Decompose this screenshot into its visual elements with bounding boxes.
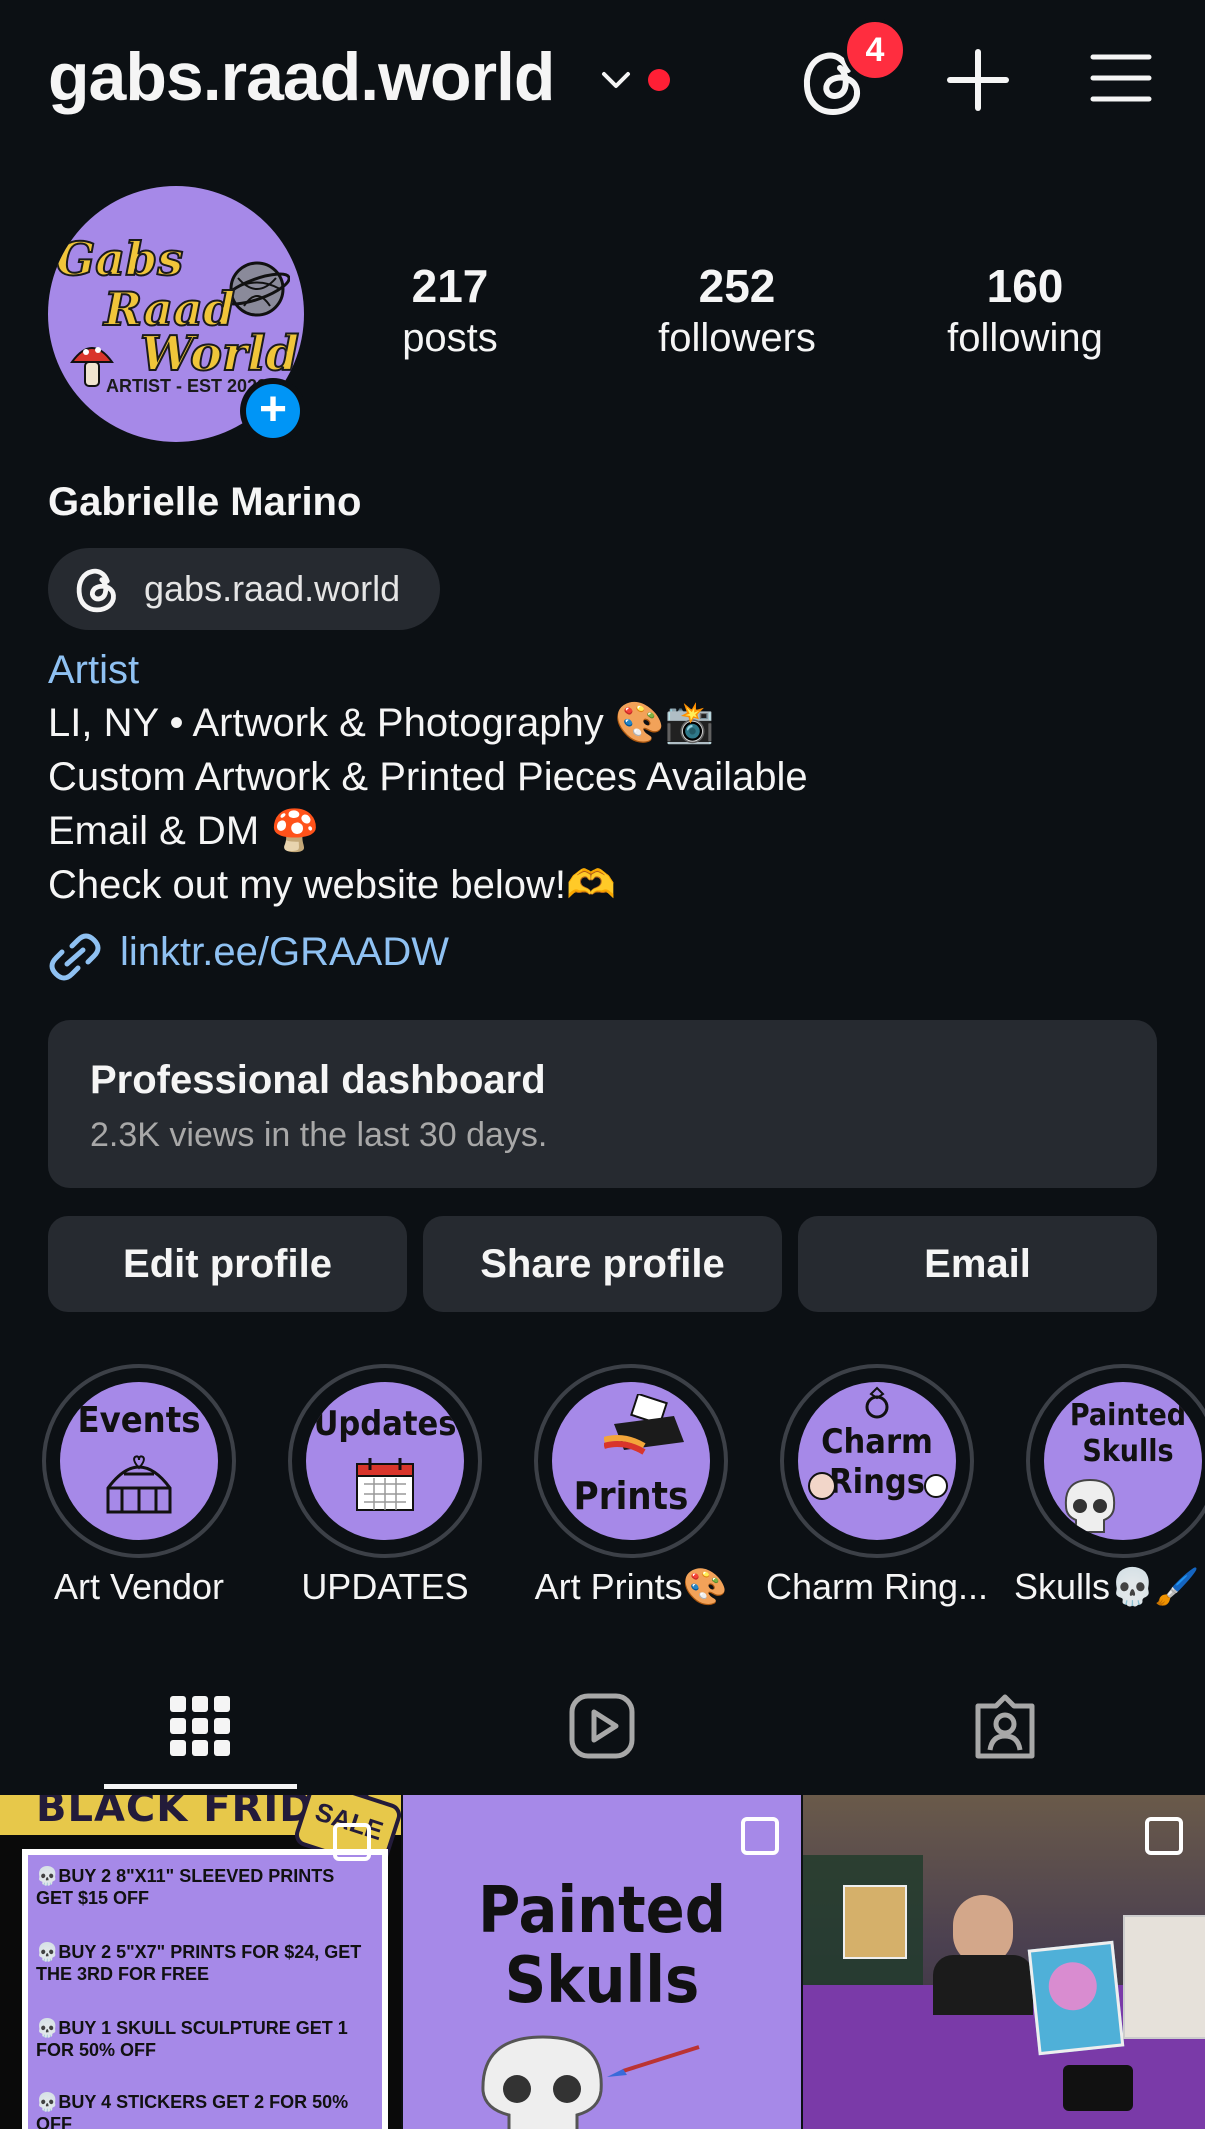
charm-bead-icon [808,1472,836,1500]
menu-hamburger-icon[interactable] [1090,52,1152,104]
email-button[interactable]: Email [798,1216,1157,1312]
highlight-label: Charm Ring... [765,1566,989,1607]
profile-category: Artist [48,648,140,692]
highlight-cover-text: Charm Rings [821,1422,933,1502]
highlight-cover-text: Events [77,1400,201,1441]
flyer-line: 💀BUY 2 5"X7" PRINTS FOR $24, GET THE 3RD… [36,1942,362,1984]
dashboard-subtitle: 2.3K views in the last 30 days. [90,1116,548,1154]
highlight-cover-text: Updates [313,1404,457,1444]
active-tab-indicator [104,1784,297,1789]
threads-logo-icon [76,568,116,613]
flyer-line: 💀BUY 1 SKULL SCULPTURE GET 1 FOR 50% OFF [36,2018,348,2060]
avatar-text-4: ARTIST - EST 2023 [106,376,268,396]
post-title-2: Skulls [504,1944,700,2018]
calendar-icon [356,1458,414,1511]
link-icon [49,933,101,981]
bio-line: Check out my website below!🫶 [48,863,616,907]
followers-number: 252 [698,260,776,312]
bio-line: Email & DM 🍄 [48,809,321,853]
account-username[interactable]: gabs.raad.world [48,38,555,116]
add-story-button[interactable]: + [240,378,306,444]
carousel-icon [741,1817,779,1855]
threads-profile-badge[interactable]: gabs.raad.world [48,548,440,630]
highlight-cover: Prints [552,1382,710,1540]
dashboard-title: Professional dashboard [90,1058,546,1102]
posts-label: posts [402,316,498,360]
post-vendor-photo[interactable] [803,1795,1205,2129]
highlight-label: Art Prints🎨 [534,1566,728,1607]
threads-handle: gabs.raad.world [144,568,401,609]
highlight-label: Skulls💀🖌️ [1014,1566,1200,1607]
followers-count[interactable]: 252 followers [627,258,847,362]
notification-dot [648,69,670,91]
posts-count[interactable]: 217 posts [340,258,560,362]
post-flyer: 💀BUY 2 8"X11" SLEEVED PRINTS GET $15 OFF… [22,1849,388,2129]
highlight-cover-text: Painted Skulls [1069,1398,1187,1469]
flyer-line: 💀BUY 2 8"X11" SLEEVED PRINTS GET $15 OFF [36,1866,335,1908]
printer-icon [604,1394,684,1455]
eye-charm-icon [924,1474,948,1498]
highlight-cover: Painted Skulls [1044,1382,1202,1540]
highlight-cover: Events [60,1382,218,1540]
tagged-icon[interactable] [970,1692,1040,1762]
highlight-cover: Updates [306,1382,464,1540]
create-plus-icon[interactable] [946,48,1010,112]
bio-line: LI, NY • Artwork & Photography 🎨📸 [48,701,715,745]
avatar-text-1: Gabs [55,232,184,286]
website-link[interactable]: linktr.ee/GRAADW [120,930,449,975]
highlight-cover: Charm Rings [798,1382,956,1540]
share-profile-button[interactable]: Share profile [423,1216,782,1312]
ring-icon [865,1386,889,1419]
jewelry-tray [1063,2065,1133,2111]
carousel-icon [1145,1817,1183,1855]
post-black-friday[interactable]: BLACK FRIDAY SALE 💀BUY 2 8"X11" SLEEVED … [0,1795,401,2129]
skull-icon [1064,1478,1116,1533]
reels-icon[interactable] [568,1692,636,1760]
highlight-label: UPDATES [301,1566,469,1607]
following-count[interactable]: 160 following [915,258,1135,362]
paintbrush-icon [607,2045,700,2077]
post-title-1: Painted [478,1874,726,1948]
posts-number: 217 [411,260,489,312]
dome-tent-icon [106,1455,172,1514]
display-name: Gabrielle Marino [48,480,362,524]
plus-icon: + [246,384,300,438]
followers-label: followers [658,316,816,360]
highlight-cover-text: Prints [573,1474,689,1518]
bio-line: Custom Artwork & Printed Pieces Availabl… [48,755,808,799]
following-label: following [947,316,1103,360]
chevron-down-icon[interactable] [598,62,634,98]
grid-icon[interactable] [168,1694,232,1758]
post-painted-skulls[interactable]: Painted Skulls [403,1795,801,2129]
professional-dashboard[interactable]: Professional dashboard 2.3K views in the… [48,1020,1157,1188]
carousel-icon [333,1823,371,1861]
following-number: 160 [986,260,1064,312]
highlight-label: Art Vendor [53,1566,225,1607]
avatar-text-3: World [139,325,300,383]
art-canvas [1027,1940,1125,2056]
threads-notification-badge: 4 [843,18,907,82]
flyer-line: 💀BUY 4 STICKERS GET 2 FOR 50% OFF [36,2092,349,2129]
edit-profile-button[interactable]: Edit profile [48,1216,407,1312]
